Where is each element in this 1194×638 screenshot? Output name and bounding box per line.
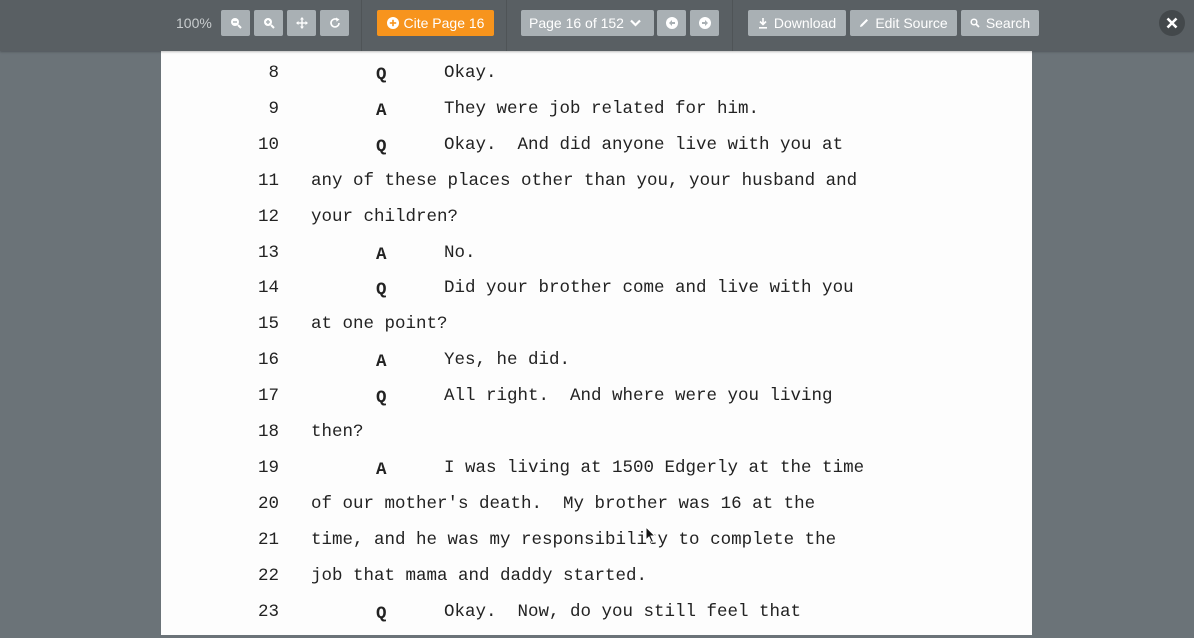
document-page: 8 Q Okay. 9 A They were job related for him. 1…: [161, 51, 1032, 635]
transcript-line: 17 Q All right. And where were you living: [161, 386, 1032, 422]
line-text: Yes, he did.: [444, 350, 571, 371]
next-page-button[interactable]: [690, 10, 719, 36]
line-text: then?: [311, 422, 364, 442]
zoom-out-icon: [230, 18, 242, 29]
line-number: 9: [268, 98, 279, 119]
speaker-label: A: [376, 100, 387, 121]
line-text: your children?: [311, 206, 459, 227]
transcript-line: 10 Q Okay. And did anyone live with you at: [161, 135, 1032, 171]
edit-source-label: Edit Source: [875, 15, 948, 31]
toolbar-divider: [506, 0, 507, 51]
move-arrows-icon: [295, 17, 308, 29]
zoom-out-button[interactable]: [221, 10, 250, 36]
page-select-value: Page 16 of 152: [529, 15, 624, 31]
transcript-line: 23 Q Okay. Now, do you still feel that: [161, 602, 1032, 638]
pencil-icon: [860, 19, 869, 27]
line-number: 11: [257, 170, 279, 191]
fit-page-button[interactable]: [287, 10, 316, 36]
search-button[interactable]: Search: [961, 10, 1039, 36]
speaker-label: Q: [376, 136, 387, 157]
search-label: Search: [985, 15, 1031, 31]
line-number: 16: [257, 350, 279, 371]
line-text: of our mother's death. My brother was 16…: [311, 493, 816, 514]
transcript-line: 20 of our mother's death. My brother was …: [161, 494, 1032, 530]
zoom-in-button[interactable]: [254, 10, 283, 36]
line-number: 12: [257, 206, 279, 227]
line-number: 19: [257, 457, 279, 478]
line-number: 15: [257, 314, 279, 335]
speaker-label: Q: [376, 280, 387, 301]
cite-page-button[interactable]: Cite Page 16: [377, 10, 494, 36]
line-number: 10: [257, 134, 279, 155]
line-text: No.: [444, 242, 476, 263]
line-text: Okay. And did anyone live with you at: [444, 134, 844, 155]
line-text: time, and he was my responsibility to co…: [311, 529, 837, 550]
line-text: Okay.: [444, 63, 497, 83]
previous-page-button[interactable]: [657, 10, 686, 36]
search-icon: [970, 18, 980, 28]
viewer-toolbar: 100% Cite Page 16 Page 16 of 152 Downloa…: [0, 0, 1194, 51]
transcript-line: 13 A No.: [161, 243, 1032, 279]
line-number: 14: [257, 278, 279, 299]
chevron-down-icon: [630, 19, 641, 27]
arrow-left-circle-icon: [665, 17, 678, 29]
line-text: Okay. Now, do you still feel that: [444, 601, 802, 622]
line-text: any of these places other than you, your…: [311, 170, 858, 191]
transcript-line: 11 any of these places other than you, yo…: [161, 171, 1032, 207]
transcript-line: 14 Q Did your brother come and live with y…: [161, 278, 1032, 314]
toolbar-divider: [361, 0, 362, 51]
transcript-line: 12 your children?: [161, 207, 1032, 243]
speaker-label: Q: [376, 388, 387, 409]
edit-source-button[interactable]: Edit Source: [850, 10, 957, 36]
line-text: I was living at 1500 Edgerly at the time: [444, 457, 865, 478]
line-text: job that mama and daddy started.: [311, 565, 648, 586]
line-number: 20: [257, 493, 279, 514]
close-button[interactable]: [1159, 10, 1185, 36]
transcript-line: 19 A I was living at 1500 Edgerly at the t…: [161, 458, 1032, 494]
rotate-button[interactable]: [320, 10, 349, 36]
cite-page-label: Cite Page 16: [403, 15, 485, 31]
line-text: All right. And where were you living: [444, 386, 833, 407]
page-select[interactable]: Page 16 of 152: [521, 10, 654, 36]
line-number: 8: [268, 63, 279, 83]
zoom-level: 100%: [176, 15, 212, 31]
rotate-icon: [329, 17, 340, 28]
line-number: 21: [257, 529, 279, 550]
transcript-line: 8 Q Okay.: [161, 63, 1032, 99]
mouse-cursor-icon: [645, 526, 657, 544]
close-icon: [1166, 17, 1178, 29]
download-label: Download: [773, 15, 837, 31]
speaker-label: A: [376, 352, 387, 373]
line-number: 13: [257, 242, 279, 263]
transcript-line: 9 A They were job related for him.: [161, 99, 1032, 135]
toolbar-divider: [732, 0, 733, 51]
transcript-line: 16 A Yes, he did.: [161, 350, 1032, 386]
transcript-line: 15 at one point?: [161, 314, 1032, 350]
speaker-label: Q: [376, 603, 387, 624]
download-button[interactable]: Download: [748, 10, 846, 36]
line-number: 18: [257, 422, 279, 442]
transcript-line: 18 then?: [161, 422, 1032, 458]
line-text: at one point?: [311, 314, 448, 335]
plus-circle-icon: [386, 17, 399, 29]
arrow-right-circle-icon: [698, 17, 711, 29]
speaker-label: A: [376, 459, 387, 480]
transcript-line: 22 job that mama and daddy started.: [161, 566, 1032, 602]
speaker-label: A: [376, 244, 387, 265]
line-number: 22: [257, 565, 279, 586]
line-text: Did your brother come and live with you: [444, 278, 854, 299]
speaker-label: Q: [376, 65, 387, 85]
transcript-line: 21 time, and he was my responsibility to …: [161, 530, 1032, 566]
download-icon: [758, 17, 767, 29]
line-number: 23: [257, 601, 279, 622]
line-text: They were job related for him.: [444, 98, 760, 119]
line-number: 17: [257, 386, 279, 407]
zoom-in-icon: [263, 18, 275, 29]
